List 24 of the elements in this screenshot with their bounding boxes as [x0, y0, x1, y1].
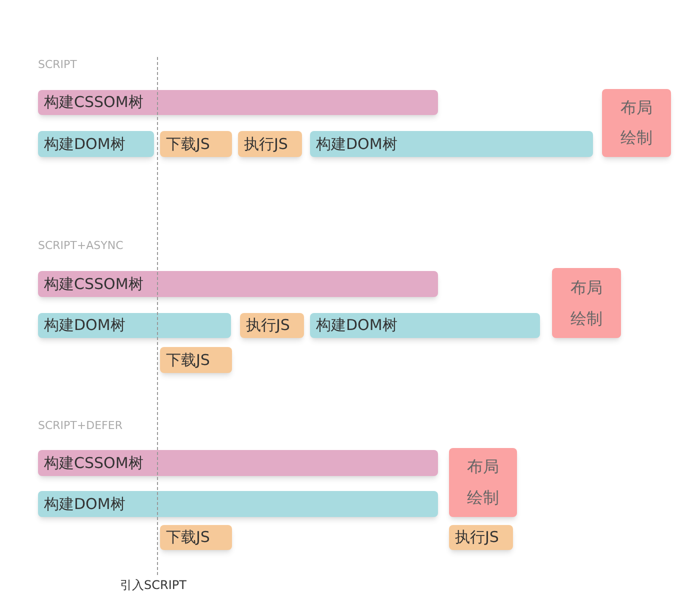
render-label: 布局: [570, 276, 602, 298]
dom-bar: 构建DOM树: [310, 131, 593, 157]
render-label: 布局: [620, 97, 652, 119]
cssom-bar: 构建CSSOM树: [38, 271, 438, 297]
js-bar: 下载JS: [160, 131, 232, 157]
js-bar: 执行JS: [238, 131, 302, 157]
js-bar: 下载JS: [160, 525, 232, 550]
js-bar: 执行JS: [449, 525, 513, 550]
cssom-bar: 构建CSSOM树: [38, 450, 438, 476]
render-label: 绘制: [620, 127, 652, 149]
render-label: 绘制: [467, 486, 499, 509]
js-bar: 下载JS: [160, 347, 232, 373]
dom-bar: 构建DOM树: [38, 313, 231, 338]
dom-bar: 构建DOM树: [38, 491, 438, 517]
section-label: SCRIPT: [38, 57, 77, 73]
dom-bar: 构建DOM树: [310, 313, 540, 338]
render-label: 布局: [467, 456, 499, 478]
section-label: SCRIPT+DEFER: [38, 418, 122, 434]
section-label: SCRIPT+ASYNC: [38, 238, 124, 254]
marker-label: 引入SCRIPT: [120, 577, 186, 594]
render-label: 绘制: [570, 308, 602, 330]
js-bar: 执行JS: [240, 313, 304, 338]
dom-bar: 构建DOM树: [38, 131, 154, 157]
cssom-bar: 构建CSSOM树: [38, 90, 438, 115]
